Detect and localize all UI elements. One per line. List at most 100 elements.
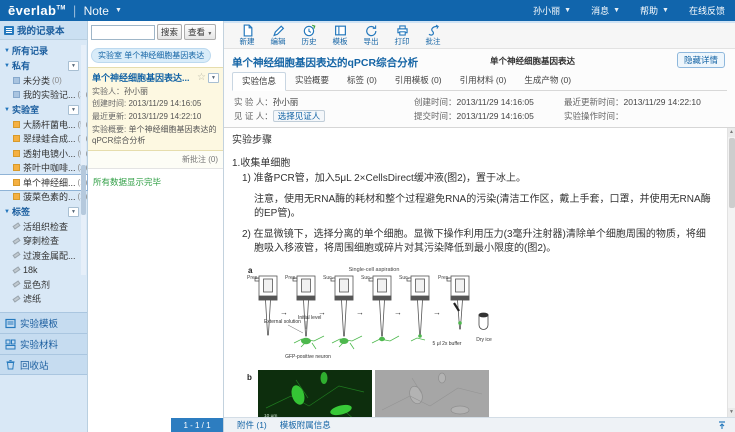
filter-chip-row: 实验室 单个神经细胞基因表达	[88, 43, 223, 67]
sidebar-item-lab-5[interactable]: 菠菜色素的... (1)	[0, 190, 87, 205]
select-witness-button[interactable]: 选择见证人	[273, 110, 326, 122]
sidebar-item-unclassified[interactable]: 未分类 (0)	[0, 73, 87, 88]
tag-label: 穿刺检查	[23, 234, 59, 247]
user-menu[interactable]: 孙小丽▼	[533, 4, 571, 17]
attachments-link[interactable]: 附件 (1)	[237, 419, 267, 431]
app-logo[interactable]: ēverlabTM|	[8, 3, 84, 18]
search-button[interactable]: 搜索	[157, 24, 182, 40]
tab-generated-products[interactable]: 生成产物 (0)	[515, 72, 580, 90]
sidebar-section-all-records[interactable]: ▼ 所有记录	[0, 43, 87, 58]
page-title: 单个神经细胞基因表达的qPCR综合分析	[232, 57, 418, 69]
tag-icon	[12, 295, 20, 302]
sidebar-item-lab-4-selected[interactable]: 单个神经细... (1)	[0, 175, 87, 190]
sidebar-tag-3[interactable]: 18k	[0, 263, 87, 278]
tab-referenced-templates[interactable]: 引用模板 (0)	[386, 72, 451, 90]
sidebar-tag-1[interactable]: 穿刺检查	[0, 234, 87, 249]
messages-menu[interactable]: 消息▼	[591, 4, 620, 17]
sidebar-item-templates[interactable]: 实验模板	[0, 312, 87, 333]
search-input[interactable]	[91, 25, 155, 40]
feedback-link[interactable]: 在线反馈	[689, 4, 725, 17]
template-info-link[interactable]: 模板附属信息	[280, 419, 331, 431]
item-label: 未分类	[23, 74, 50, 87]
templates-label: 实验模板	[20, 316, 58, 330]
sidebar-scrollbar[interactable]	[81, 45, 86, 275]
chevron-down-icon: ▼	[564, 7, 571, 14]
sidebar-item-lab-3[interactable]: 茶叶中咖啡... (2)	[0, 161, 87, 176]
sidebar-tag-4[interactable]: 显色剂	[0, 277, 87, 292]
sidebar-item-lab-2[interactable]: 透射电镜小... (0)	[0, 146, 87, 161]
history-button[interactable]: 历史	[294, 24, 324, 47]
sidebar-tag-0[interactable]: 活组织检查	[0, 219, 87, 234]
scrollbar-thumb[interactable]	[729, 138, 735, 208]
sidebar-item-lab-0[interactable]: 大肠杆菌电... (5)	[0, 117, 87, 132]
scroll-up-arrow[interactable]: ▲	[728, 128, 735, 137]
figure-2: a Single-cell aspiration	[246, 263, 715, 418]
owner-field: 实 验 人：孙小丽	[234, 96, 414, 108]
sidebar-section-tags[interactable]: ▼ 标签 ▼	[0, 204, 87, 219]
view-dropdown-button[interactable]: 查看 ▼	[184, 24, 216, 40]
annotations-link[interactable]: 新批注 (0)	[88, 151, 223, 169]
filter-chip[interactable]: 实验室 单个神经细胞基因表达	[91, 48, 211, 63]
tag-label: 活组织检查	[23, 220, 68, 233]
dry-ice-label: Dry ice	[476, 337, 492, 343]
chevron-down-icon: ▼	[207, 31, 212, 37]
sidebar-section-private[interactable]: ▼ 私有 ▼	[0, 58, 87, 73]
section-dropdown-button[interactable]: ▼	[68, 61, 79, 71]
sidebar-tag-2[interactable]: 过渡金属配...	[0, 248, 87, 263]
created-field: 创建时间：2013/11/29 14:16:05	[414, 96, 564, 108]
sidebar-tag-5[interactable]: 滤纸	[0, 292, 87, 307]
submitted-label: 提交时间：	[414, 111, 457, 121]
tab-experiment-info[interactable]: 实验信息	[232, 72, 286, 91]
scrollbar-thumb[interactable]	[81, 165, 86, 215]
tab-referenced-materials[interactable]: 引用材料 (0)	[451, 72, 516, 90]
card-summary-line: 实验概要: 单个神经细胞基因表达的qPCR综合分析	[92, 125, 219, 146]
submitted-value: 2013/11/29 14:16:05	[457, 111, 534, 121]
hide-details-button[interactable]: 隐藏详情	[677, 52, 725, 68]
item-label: 菠菜色素的...	[23, 190, 76, 203]
template-button[interactable]: 模板	[325, 24, 355, 47]
initial-level-label: Initial level	[298, 315, 321, 321]
chevron-down-icon: ▼	[4, 107, 12, 113]
content-scrollbar[interactable]: ▲ ▼	[727, 128, 735, 417]
dic-image-1	[375, 370, 489, 417]
svg-text:→: →	[394, 308, 402, 317]
scroll-down-arrow[interactable]: ▼	[728, 408, 735, 417]
owner-label: 实验人：	[92, 87, 124, 96]
print-button[interactable]: 打印	[387, 24, 417, 47]
experiment-card-selected[interactable]: 单个神经细胞基因表达... ☆ ▼ 实验人：孙小丽 创建时间: 2013/11/…	[88, 67, 223, 151]
sidebar-section-lab[interactable]: ▼ 实验室 ▼	[0, 102, 87, 117]
section-label: 私有	[12, 59, 30, 72]
pagination-bar[interactable]: 1 - 1 / 1	[171, 418, 223, 432]
edit-button[interactable]: 编辑	[263, 24, 293, 47]
item-label: 大肠杆菌电...	[23, 118, 76, 131]
toolbar-label: 批注	[418, 36, 448, 47]
tab-experiment-summary[interactable]: 实验概要	[286, 72, 338, 90]
sidebar-item-lab-1[interactable]: 翠绿蛙合成... (7)	[0, 132, 87, 147]
materials-icon	[5, 339, 16, 350]
section-dropdown-button[interactable]: ▼	[68, 207, 79, 217]
card-dropdown-button[interactable]: ▼	[208, 73, 219, 83]
title-row: 单个神经细胞基因表达的qPCR综合分析 单个神经细胞基因表达 隐藏详情	[232, 53, 727, 68]
step-2-text: 2) 在显微镜下，选择分离的单个细胞。显微下操作利用压力(3毫升注射器)清除单个…	[232, 228, 715, 257]
annotate-button[interactable]: 批注	[418, 24, 448, 47]
card-title[interactable]: 单个神经细胞基因表达...	[92, 71, 195, 84]
fluorescence-image: 10 μm	[258, 370, 372, 417]
sidebar-tree: ▼ 所有记录 ▼ 私有 ▼ 未分类 (0) 我的实验记... (1) ▼ 实验室…	[0, 40, 87, 306]
sidebar-item-materials[interactable]: 实验材料	[0, 333, 87, 354]
svg-text:Pres.: Pres.	[438, 275, 450, 281]
sidebar-item-my-experiments[interactable]: 我的实验记... (1)	[0, 88, 87, 103]
figure-panel-b-images: b 10 μm	[246, 368, 494, 417]
tab-tags[interactable]: 标签 (0)	[338, 72, 386, 90]
sidebar-item-recycle-bin[interactable]: 回收站	[0, 354, 87, 375]
star-icon[interactable]: ☆	[197, 72, 206, 83]
section-dropdown-button[interactable]: ▼	[68, 105, 79, 115]
chevron-down-icon[interactable]: ▼	[115, 7, 122, 14]
collapse-panel-button[interactable]	[717, 420, 727, 430]
svg-text:Pres.: Pres.	[285, 275, 297, 281]
new-button[interactable]: 新建	[232, 24, 262, 47]
tag-label: 显色剂	[23, 278, 50, 291]
info-row: 实 验 人：孙小丽 创建时间：2013/11/29 14:16:05 最近更新时…	[234, 95, 727, 109]
export-button[interactable]: 导出	[356, 24, 386, 47]
scale-bar-label: 10 μm	[264, 413, 277, 417]
help-menu[interactable]: 帮助▼	[640, 4, 669, 17]
